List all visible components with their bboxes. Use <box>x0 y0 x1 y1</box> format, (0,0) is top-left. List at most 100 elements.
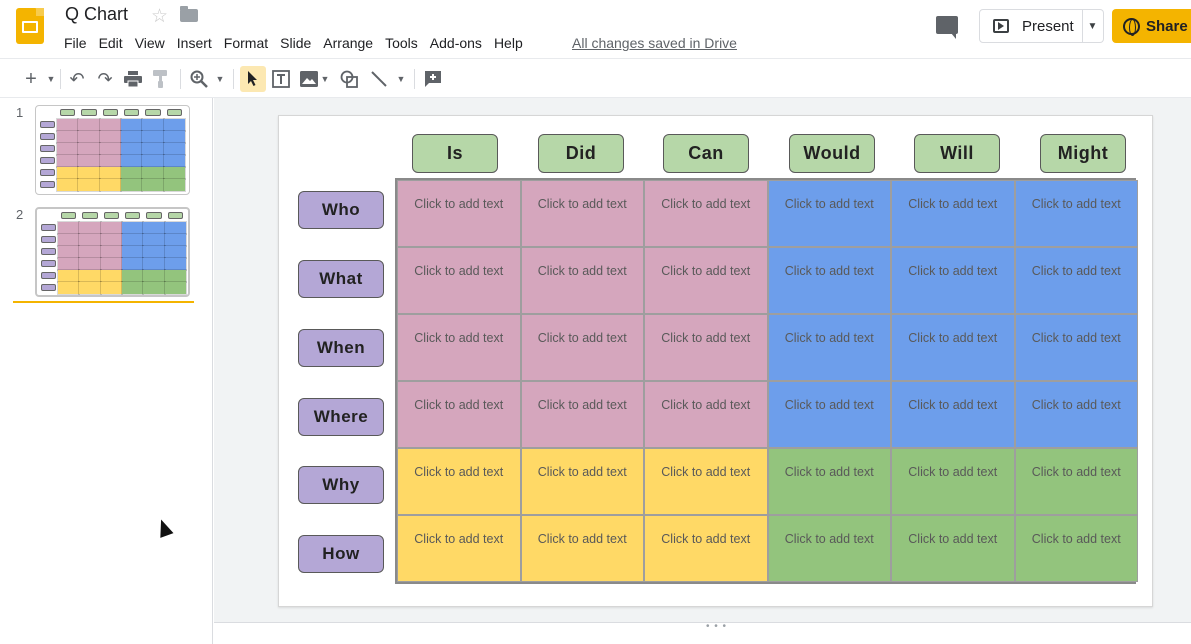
cell-who-will[interactable]: Click to add text <box>891 180 1015 247</box>
cell-how-will[interactable]: Click to add text <box>891 515 1015 582</box>
shape-icon[interactable] <box>338 66 360 92</box>
print-icon[interactable] <box>122 66 144 92</box>
cell-where-would[interactable]: Click to add text <box>767 381 891 448</box>
menu-view[interactable]: View <box>129 32 171 54</box>
menu-help[interactable]: Help <box>488 32 529 54</box>
mini-cell <box>119 118 144 132</box>
menu-addons[interactable]: Add-ons <box>424 32 488 54</box>
cell-why-would[interactable]: Click to add text <box>767 448 891 515</box>
toolbar-divider <box>233 69 234 89</box>
present-options-chevron-down-icon[interactable]: ▼ <box>1082 9 1104 43</box>
column-header-might[interactable]: Might <box>1040 134 1126 173</box>
menu-insert[interactable]: Insert <box>171 32 218 54</box>
cell-how-is[interactable]: Click to add text <box>397 515 521 582</box>
cell-who-might[interactable]: Click to add text <box>1014 180 1138 247</box>
image-icon[interactable] <box>298 66 320 92</box>
slide-2[interactable]: Is Did Can Would Will Might Who What When Where W… <box>278 115 1153 607</box>
mini-column-header <box>125 212 141 219</box>
folder-icon[interactable] <box>180 6 198 22</box>
cell-why-might[interactable]: Click to add text <box>1014 448 1138 515</box>
placeholder-text: Click to add text <box>1031 264 1121 278</box>
undo-icon[interactable]: ↶ <box>66 66 88 92</box>
text-box-icon[interactable] <box>270 66 292 92</box>
row-header-when[interactable]: When <box>298 329 384 367</box>
line-icon[interactable] <box>368 66 390 92</box>
mini-column-header <box>103 212 119 219</box>
cell-what-can[interactable]: Click to add text <box>644 247 768 314</box>
row-header-why[interactable]: Why <box>298 466 384 504</box>
cell-how-might[interactable]: Click to add text <box>1014 515 1138 582</box>
row-header-what[interactable]: What <box>298 260 384 298</box>
cell-when-is[interactable]: Click to add text <box>397 314 521 381</box>
cell-what-would[interactable]: Click to add text <box>767 247 891 314</box>
slide-thumbnail-2[interactable] <box>35 207 190 297</box>
new-slide-layout-chevron-down-icon[interactable]: ▼ <box>44 66 58 92</box>
cell-who-can[interactable]: Click to add text <box>644 180 768 247</box>
cell-what-might[interactable]: Click to add text <box>1014 247 1138 314</box>
mini-cell <box>120 257 145 271</box>
column-header-did[interactable]: Did <box>538 134 624 173</box>
paint-format-icon[interactable] <box>150 66 172 92</box>
cell-what-will[interactable]: Click to add text <box>891 247 1015 314</box>
column-header-is[interactable]: Is <box>412 134 498 173</box>
zoom-chevron-down-icon[interactable]: ▼ <box>213 66 227 92</box>
mini-cell <box>99 245 123 259</box>
comment-add-icon[interactable] <box>422 66 444 92</box>
cell-how-did[interactable]: Click to add text <box>520 515 644 582</box>
comment-history-icon[interactable] <box>936 16 958 39</box>
cell-when-can[interactable]: Click to add text <box>644 314 768 381</box>
cell-where-is[interactable]: Click to add text <box>397 381 521 448</box>
present-button[interactable]: Present <box>979 9 1083 43</box>
cell-where-will[interactable]: Click to add text <box>891 381 1015 448</box>
menu-arrange[interactable]: Arrange <box>317 32 379 54</box>
mini-row-header <box>41 248 56 255</box>
cell-when-did[interactable]: Click to add text <box>520 314 644 381</box>
menu-edit[interactable]: Edit <box>93 32 129 54</box>
line-chevron-down-icon[interactable]: ▼ <box>394 66 408 92</box>
cell-why-did[interactable]: Click to add text <box>520 448 644 515</box>
star-icon[interactable]: ☆ <box>151 5 168 28</box>
cell-what-is[interactable]: Click to add text <box>397 247 521 314</box>
menu-file[interactable]: File <box>58 32 93 54</box>
document-title[interactable]: Q Chart <box>65 4 128 25</box>
cell-when-would[interactable]: Click to add text <box>767 314 891 381</box>
row-header-how[interactable]: How <box>298 535 384 573</box>
new-slide-icon[interactable]: + <box>20 66 42 92</box>
cell-why-is[interactable]: Click to add text <box>397 448 521 515</box>
column-header-can[interactable]: Can <box>663 134 749 173</box>
column-header-would[interactable]: Would <box>789 134 875 173</box>
mini-cell <box>142 281 166 295</box>
cell-who-would[interactable]: Click to add text <box>767 180 891 247</box>
cell-who-did[interactable]: Click to add text <box>520 180 644 247</box>
q-chart-grid: Click to add text Click to add text Click … <box>395 178 1138 584</box>
mini-cell <box>142 233 166 247</box>
share-button[interactable]: Share <box>1112 9 1191 43</box>
row-header-who[interactable]: Who <box>298 191 384 229</box>
speaker-notes-panel[interactable] <box>214 622 1191 644</box>
cell-where-did[interactable]: Click to add text <box>520 381 644 448</box>
save-status-link[interactable]: All changes saved in Drive <box>572 35 737 51</box>
cell-how-would[interactable]: Click to add text <box>767 515 891 582</box>
mini-cell <box>141 166 165 180</box>
row-header-where[interactable]: Where <box>298 398 384 436</box>
notes-resize-handle[interactable]: • • • <box>706 621 727 632</box>
cell-when-will[interactable]: Click to add text <box>891 314 1015 381</box>
zoom-icon[interactable] <box>188 66 210 92</box>
menu-tools[interactable]: Tools <box>379 32 424 54</box>
cell-where-can[interactable]: Click to add text <box>644 381 768 448</box>
cell-where-might[interactable]: Click to add text <box>1014 381 1138 448</box>
cell-why-will[interactable]: Click to add text <box>891 448 1015 515</box>
image-chevron-down-icon[interactable]: ▼ <box>318 66 332 92</box>
cell-when-might[interactable]: Click to add text <box>1014 314 1138 381</box>
slide-thumbnail-1[interactable] <box>35 105 190 195</box>
column-header-will[interactable]: Will <box>914 134 1000 173</box>
select-icon[interactable] <box>240 66 266 92</box>
cell-what-did[interactable]: Click to add text <box>520 247 644 314</box>
cell-who-is[interactable]: Click to add text <box>397 180 521 247</box>
menu-slide[interactable]: Slide <box>274 32 317 54</box>
placeholder-text: Click to add text <box>661 532 751 546</box>
redo-icon[interactable]: ↷ <box>94 66 116 92</box>
cell-how-can[interactable]: Click to add text <box>644 515 768 582</box>
cell-why-can[interactable]: Click to add text <box>644 448 768 515</box>
menu-format[interactable]: Format <box>218 32 274 54</box>
